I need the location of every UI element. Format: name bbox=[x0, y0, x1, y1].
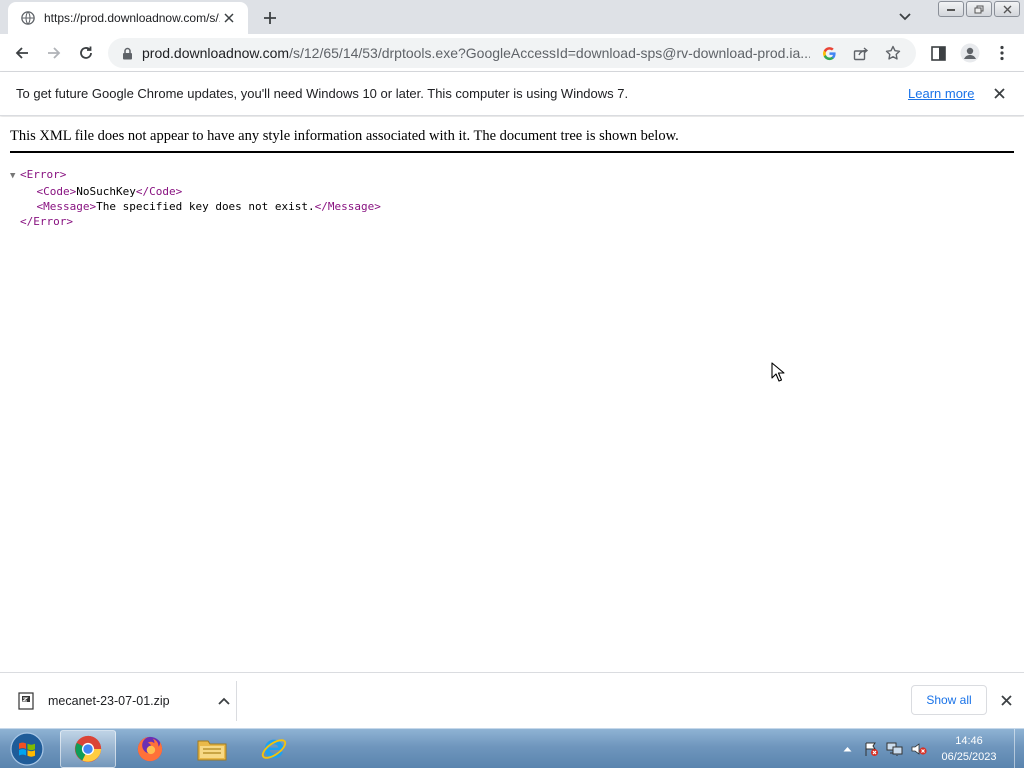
chrome-icon bbox=[74, 735, 102, 763]
xml-style-notice: This XML file does not appear to have an… bbox=[10, 128, 1014, 153]
learn-more-link[interactable]: Learn more bbox=[908, 86, 974, 101]
avatar-icon bbox=[960, 43, 980, 63]
shelf-divider bbox=[236, 681, 237, 721]
side-panel-button[interactable] bbox=[925, 41, 951, 65]
update-infobar: To get future Google Chrome updates, you… bbox=[0, 72, 1024, 116]
xml-error-close-line: </Error> bbox=[10, 214, 381, 229]
page-content: This XML file does not appear to have an… bbox=[0, 117, 1024, 672]
restore-button[interactable] bbox=[966, 1, 992, 17]
url-path: /s/12/65/14/53/drptools.exe?GoogleAccess… bbox=[289, 45, 810, 61]
start-button[interactable] bbox=[6, 731, 48, 767]
infobar-message: To get future Google Chrome updates, you… bbox=[16, 86, 629, 101]
zip-file-icon bbox=[16, 691, 36, 711]
kebab-menu-icon bbox=[1000, 45, 1004, 61]
arrow-left-icon bbox=[15, 47, 28, 59]
download-file-name: mecanet-23-07-01.zip bbox=[48, 694, 170, 708]
xml-code-close-tag: </Code> bbox=[135, 185, 183, 198]
xml-message-value: The specified key does not exist. bbox=[96, 200, 315, 213]
xml-error-close-tag: </Error> bbox=[20, 215, 73, 228]
taskbar-explorer-button[interactable] bbox=[184, 730, 240, 768]
mouse-pointer-icon bbox=[771, 362, 785, 387]
tab-title: https://prod.downloadnow.com/s/12/65/14/… bbox=[44, 11, 220, 25]
arrow-right-icon bbox=[48, 47, 61, 59]
lock-icon[interactable] bbox=[120, 46, 134, 60]
xml-message-close-tag: </Message> bbox=[314, 200, 381, 213]
window-controls bbox=[936, 1, 1020, 17]
taskbar-firefox-button[interactable] bbox=[122, 730, 178, 768]
google-icon[interactable] bbox=[816, 42, 842, 64]
xml-message-open-tag: <Message> bbox=[36, 200, 97, 213]
show-all-button[interactable]: Show all bbox=[911, 685, 987, 715]
close-window-button[interactable] bbox=[994, 1, 1020, 17]
network-icon[interactable] bbox=[884, 739, 906, 759]
url-text[interactable]: prod.downloadnow.com/s/12/65/14/53/drpto… bbox=[142, 45, 810, 61]
profile-button[interactable] bbox=[957, 41, 983, 65]
reload-icon bbox=[80, 46, 92, 59]
download-shelf: mecanet-23-07-01.zip Show all bbox=[0, 672, 1024, 728]
chevron-down-icon bbox=[899, 13, 911, 21]
clock-date: 06/25/2023 bbox=[941, 751, 997, 763]
forward-button[interactable] bbox=[41, 41, 67, 65]
action-center-flag-icon[interactable] bbox=[860, 739, 882, 759]
download-item[interactable]: mecanet-23-07-01.zip bbox=[16, 683, 236, 719]
shelf-close-icon[interactable] bbox=[997, 691, 1015, 709]
reload-button[interactable] bbox=[73, 41, 99, 65]
tab-close-icon[interactable] bbox=[220, 9, 238, 27]
tab-strip: https://prod.downloadnow.com/s/12/65/14/… bbox=[0, 0, 1024, 34]
clock-time: 14:46 bbox=[955, 735, 983, 747]
share-icon[interactable] bbox=[848, 42, 874, 64]
xml-error-open-line: ▼ <Error> bbox=[10, 167, 381, 184]
taskbar-clock[interactable]: 14:46 06/25/2023 bbox=[930, 733, 1008, 765]
address-bar[interactable]: prod.downloadnow.com/s/12/65/14/53/drpto… bbox=[108, 38, 916, 68]
new-tab-button[interactable] bbox=[258, 6, 282, 30]
windows-start-orb-icon bbox=[10, 732, 44, 766]
internet-explorer-icon bbox=[261, 739, 287, 759]
show-hidden-icons-button[interactable] bbox=[836, 739, 858, 759]
firefox-icon bbox=[137, 736, 163, 762]
xml-code-line: <Code>NoSuchKey</Code> bbox=[10, 184, 381, 199]
browser-toolbar: prod.downloadnow.com/s/12/65/14/53/drpto… bbox=[0, 34, 1024, 72]
volume-muted-icon[interactable] bbox=[908, 739, 930, 759]
folder-icon bbox=[197, 740, 227, 761]
bookmark-star-icon[interactable] bbox=[880, 42, 906, 64]
side-panel-icon bbox=[930, 45, 946, 61]
xml-tree: ▼ <Error> <Code>NoSuchKey</Code> <Message… bbox=[10, 167, 381, 229]
menu-button[interactable] bbox=[989, 41, 1015, 65]
show-desktop-button[interactable] bbox=[1014, 729, 1024, 769]
minimize-button[interactable] bbox=[938, 1, 964, 17]
plus-icon bbox=[264, 12, 276, 24]
infobar-close-icon[interactable] bbox=[990, 84, 1008, 102]
browser-tab[interactable]: https://prod.downloadnow.com/s/12/65/14/… bbox=[8, 2, 248, 34]
url-host: prod.downloadnow.com bbox=[142, 45, 290, 61]
taskbar-chrome-button[interactable] bbox=[60, 730, 116, 768]
download-options-button[interactable] bbox=[212, 689, 236, 713]
system-tray bbox=[834, 729, 930, 769]
xml-message-line: <Message>The specified key does not exis… bbox=[10, 199, 381, 214]
back-button[interactable] bbox=[9, 41, 35, 65]
xml-code-open-tag: <Code> bbox=[36, 185, 77, 198]
windows-taskbar: 14:46 06/25/2023 bbox=[0, 728, 1024, 769]
tab-search-button[interactable] bbox=[894, 6, 916, 28]
xml-error-open-tag: <Error> bbox=[20, 168, 67, 181]
taskbar-ie-button[interactable] bbox=[246, 730, 302, 768]
globe-icon bbox=[20, 10, 36, 26]
chevron-up-icon bbox=[218, 697, 230, 705]
xml-code-value: NoSuchKey bbox=[76, 185, 136, 198]
collapse-triangle-icon[interactable]: ▼ bbox=[10, 169, 20, 184]
